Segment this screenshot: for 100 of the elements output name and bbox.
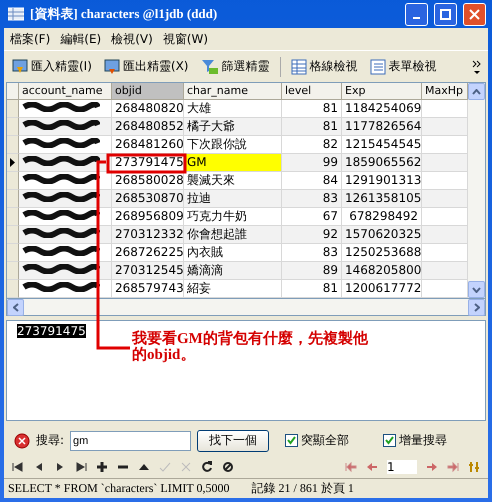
table-cell: 1184254069 [342, 100, 422, 118]
first-page-icon[interactable] [345, 460, 357, 473]
search-option[interactable]: 突顯全部 [285, 432, 350, 450]
table-cell: 橘子大爺 [184, 118, 282, 136]
search-label: 搜尋: [36, 432, 64, 450]
search-option[interactable]: 增量搜尋 [383, 432, 448, 450]
table-cell: 1291901313 [342, 172, 422, 190]
table-cell: 268530870 [112, 190, 184, 208]
scroll-down-button[interactable] [468, 281, 485, 298]
tools-icon[interactable] [468, 460, 480, 473]
last-record-icon[interactable] [75, 460, 87, 473]
minimize-icon [413, 17, 420, 19]
column-header[interactable]: char_name [184, 83, 282, 100]
column-header[interactable]: Exp [342, 83, 422, 100]
table-cell: 83 [282, 244, 342, 262]
table-cell: 81 [282, 118, 342, 136]
annotation-text: 我要看GM的背包有什麼，先複製他的objid。 [132, 331, 369, 363]
last-page-icon[interactable] [447, 460, 459, 473]
close-button[interactable] [463, 2, 486, 26]
table-cell: 270312332 [112, 226, 184, 244]
table-icon [8, 7, 24, 21]
previous-page-icon[interactable] [366, 460, 378, 473]
menu-item[interactable]: 檢視(V) [111, 31, 153, 47]
menu-item[interactable]: 視窗(W) [162, 31, 208, 47]
menu-item[interactable]: 編輯(E) [60, 31, 102, 47]
table-cell: 1177826564 [342, 118, 422, 136]
table-cell: 270312545 [112, 262, 184, 280]
toolbar-button[interactable]: 匯出精靈(X) [102, 56, 190, 78]
table-cell: 81 [282, 100, 342, 118]
table-cell: 嬌滴滴 [184, 262, 282, 280]
table-cell: 268726225 [112, 244, 184, 262]
first-record-icon[interactable] [12, 460, 24, 473]
table-cell: 大雄 [184, 100, 282, 118]
table-cell: 紹妄 [184, 280, 282, 298]
table-cell: 84 [282, 172, 342, 190]
scroll-left-button[interactable] [7, 299, 24, 316]
search-field[interactable]: gm [70, 430, 192, 451]
table-cell: 你會想起誰 [184, 226, 282, 244]
stop-icon[interactable] [222, 460, 234, 473]
scroll-up-button[interactable] [468, 83, 485, 100]
form-icon [370, 58, 386, 75]
grid-icon [290, 58, 306, 75]
toolbar-button[interactable]: 表單檢視 [368, 56, 438, 78]
table-cell: 襲滅天來 [184, 172, 282, 190]
table-cell: 83 [282, 190, 342, 208]
scroll-right-button[interactable] [468, 299, 485, 316]
table-cell: 92 [282, 226, 342, 244]
overflow-chevron-icon[interactable] [472, 58, 482, 75]
table-cell: 268480820 [112, 100, 184, 118]
column-header[interactable]: account_name [19, 83, 112, 100]
close-icon [469, 8, 480, 20]
status-query: SELECT * FROM `characters` LIMIT 0,5000 [8, 480, 230, 496]
refresh-icon[interactable] [201, 460, 213, 473]
table-cell: 巧克力牛奶 [184, 208, 282, 226]
table-cell: 1859065562 [342, 154, 422, 172]
checkbox[interactable] [285, 434, 298, 448]
table-cell: 81 [282, 280, 342, 298]
chevron-down-icon [472, 286, 481, 293]
column-header[interactable]: objid [112, 83, 184, 100]
toolbar-button[interactable]: 格線檢視 [288, 56, 360, 78]
table-cell: 1570620325 [342, 226, 422, 244]
checkbox[interactable] [383, 434, 396, 448]
table-cell: 678298492 [342, 208, 422, 226]
table-cell: 1468205800 [342, 262, 422, 280]
table-cell: 268956809 [112, 208, 184, 226]
table-cell: 268579743 [112, 280, 184, 298]
row-header[interactable] [7, 154, 19, 172]
current-row-icon [10, 158, 15, 168]
table-cell: 82 [282, 136, 342, 154]
menu-item[interactable]: 檔案(F) [10, 31, 50, 47]
table-cell: 89 [282, 262, 342, 280]
add-icon[interactable] [96, 460, 108, 473]
table-cell: 1250253688 [342, 244, 422, 262]
toolbar-button[interactable]: 匯入精靈(I) [10, 56, 94, 78]
maximize-button[interactable] [434, 2, 457, 26]
minimize-button[interactable] [405, 2, 428, 26]
chevron-right-icon [474, 303, 480, 312]
page-field[interactable]: 1 [387, 460, 417, 474]
chevron-up-icon [472, 88, 481, 95]
table-cell: 1200617772 [342, 280, 422, 298]
table-cell: 內衣賊 [184, 244, 282, 262]
toolbar-button[interactable]: 篩選精靈 [198, 56, 272, 78]
filter-icon [200, 58, 218, 75]
close-search-icon[interactable] [14, 432, 30, 449]
table-cell: 1261358105 [342, 190, 422, 208]
maximize-icon [440, 8, 451, 20]
table-cell: 67 [282, 208, 342, 226]
table-cell: 268481260 [112, 136, 184, 154]
table-cell: 268480852 [112, 118, 184, 136]
column-header[interactable]: level [282, 83, 342, 100]
export-icon [104, 58, 120, 75]
table-cell: 99 [282, 154, 342, 172]
column-header[interactable]: MaxHp [422, 83, 468, 100]
import-icon [12, 58, 28, 75]
chevron-left-icon [12, 303, 18, 312]
table-cell: GM [184, 154, 282, 172]
table-cell: 下次跟你說 [184, 136, 282, 154]
next-page-icon[interactable] [426, 460, 438, 473]
corner-header [7, 83, 19, 100]
find-next-button[interactable]: 找下一個 [197, 430, 270, 452]
